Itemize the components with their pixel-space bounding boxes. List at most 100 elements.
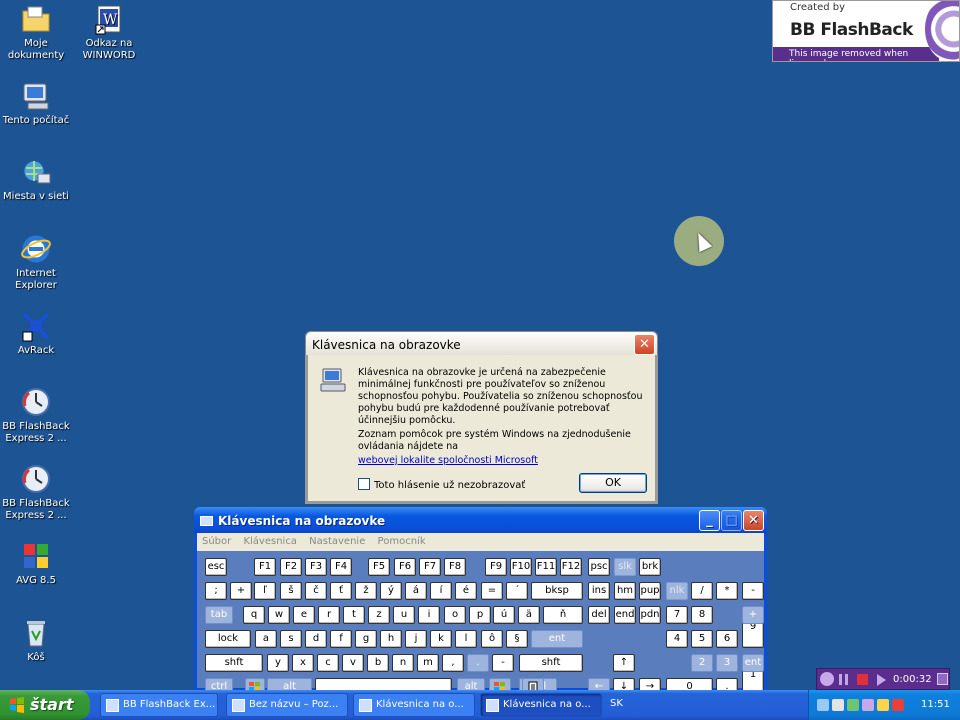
key[interactable]: shft [519, 654, 583, 672]
desktop-icon-network-places[interactable]: Miesta v sieti [0, 156, 72, 203]
key[interactable]: b [367, 654, 389, 672]
key[interactable]: j [405, 630, 427, 648]
key[interactable]: - [742, 582, 764, 600]
key[interactable]: ent [531, 630, 583, 648]
tray-speaker-icon[interactable] [877, 699, 889, 711]
key[interactable]: i [418, 606, 440, 624]
key[interactable]: ; [205, 582, 227, 600]
desktop-icon-avg[interactable]: AVG 8.5 [0, 540, 72, 587]
key[interactable]: f [330, 630, 352, 648]
key[interactable]: F4 [330, 558, 352, 576]
desktop-icon-avrack[interactable]: AvRack [0, 310, 72, 357]
key[interactable]: s [280, 630, 302, 648]
key[interactable]: a [255, 630, 277, 648]
key[interactable]: 7 [666, 606, 688, 624]
desktop-icon-bb-flashback-2[interactable]: BB FlashBack Express 2 ... [0, 463, 72, 522]
key[interactable]: F1 [254, 558, 276, 576]
key[interactable]: § [506, 630, 528, 648]
task-osk-1[interactable]: Klávesnica na o... [353, 693, 475, 717]
keyboard-close-button[interactable]: ✕ [743, 510, 764, 531]
key[interactable]: o [444, 606, 466, 624]
key[interactable]: ň [543, 606, 583, 624]
key[interactable]: pdn [639, 606, 661, 624]
key[interactable]: c [317, 654, 339, 672]
desktop-icon-bb-flashback-1[interactable]: BB FlashBack Express 2 ... [0, 386, 72, 445]
key[interactable]: F2 [280, 558, 302, 576]
key[interactable]: 2 [691, 654, 713, 672]
key[interactable]: + [230, 582, 252, 600]
key[interactable]: F10 [510, 558, 532, 576]
key[interactable]: pup [639, 582, 661, 600]
key[interactable]: ľ [254, 582, 276, 600]
key[interactable]: h [380, 630, 402, 648]
key[interactable]: í [430, 582, 452, 600]
play-icon[interactable] [877, 674, 886, 686]
key[interactable]: č [305, 582, 327, 600]
minimize-button[interactable]: _ [699, 510, 720, 531]
key[interactable]: = [481, 582, 503, 600]
task-bb-flashback[interactable]: BB FlashBack Ex... [100, 693, 218, 717]
microsoft-website-link[interactable]: webovej lokalite spoločnosti Microsoft [358, 455, 538, 466]
key[interactable]: t [343, 606, 365, 624]
pause-icon[interactable] [839, 674, 848, 685]
key[interactable]: ins [588, 582, 610, 600]
key[interactable]: n [392, 654, 414, 672]
key[interactable]: F11 [535, 558, 557, 576]
key[interactable]: r [318, 606, 340, 624]
key[interactable]: F5 [368, 558, 390, 576]
key[interactable]: 6 [716, 630, 738, 648]
key[interactable]: brk [639, 558, 661, 576]
language-indicator[interactable]: SK [610, 698, 623, 709]
menu-help[interactable]: Pomocník [378, 536, 426, 547]
key[interactable]: y [267, 654, 289, 672]
key[interactable]: e [293, 606, 315, 624]
key[interactable]: end [614, 606, 636, 624]
key[interactable]: - [492, 654, 514, 672]
key[interactable]: F12 [560, 558, 582, 576]
key[interactable]: k [430, 630, 452, 648]
start-button[interactable]: štart [0, 690, 90, 720]
key[interactable]: ú [493, 606, 515, 624]
key[interactable]: z [368, 606, 390, 624]
tray-network-icon[interactable] [817, 699, 829, 711]
key[interactable]: 4 [666, 630, 688, 648]
menu-file[interactable]: Súbor [202, 536, 231, 547]
key[interactable]: , [442, 654, 464, 672]
key[interactable]: psc [588, 558, 610, 576]
tray-security-shield-icon[interactable] [892, 699, 904, 711]
key[interactable]: ä [518, 606, 540, 624]
key[interactable]: ž [355, 582, 377, 600]
maximize-button[interactable]: □ [721, 510, 742, 531]
key[interactable]: l [455, 630, 477, 648]
desktop-icon-internet-explorer[interactable]: Internet Explorer [0, 233, 72, 292]
key[interactable]: + [742, 606, 764, 624]
key[interactable]: lock [205, 630, 251, 648]
key[interactable]: ent [742, 654, 764, 672]
checkbox-box[interactable] [358, 478, 370, 490]
desktop-icon-winword-shortcut[interactable]: W Odkaz na WINWORD [73, 3, 145, 62]
key[interactable]: q [243, 606, 265, 624]
ok-button[interactable]: OK [579, 473, 647, 493]
recorder-menu-chevron-down-icon[interactable] [937, 673, 948, 685]
key[interactable]: / [691, 582, 713, 600]
key[interactable]: m [417, 654, 439, 672]
key[interactable]: d [305, 630, 327, 648]
key[interactable]: é [455, 582, 477, 600]
dialog-titlebar[interactable]: Klávesnica na obrazovke ✕ [305, 331, 658, 355]
stop-icon[interactable] [857, 674, 868, 685]
key[interactable]: x [292, 654, 314, 672]
key[interactable]: tab [205, 606, 233, 624]
keyboard-titlebar[interactable]: Klávesnica na obrazovke _ □ ✕ [194, 507, 767, 533]
key[interactable]: w [268, 606, 290, 624]
key[interactable]: v [342, 654, 364, 672]
key[interactable]: p [469, 606, 491, 624]
menu-settings[interactable]: Nastavenie [309, 536, 365, 547]
dialog-close-button[interactable]: ✕ [634, 334, 655, 355]
key[interactable]: nlk [666, 582, 688, 600]
desktop-icon-my-computer[interactable]: Tento počítač [0, 80, 72, 127]
desktop-icon-my-documents[interactable]: Moje dokumenty [0, 3, 72, 62]
key[interactable]: á [405, 582, 427, 600]
key[interactable]: F7 [419, 558, 441, 576]
menu-keyboard[interactable]: Klávesnica [243, 536, 297, 547]
key[interactable]: slk [614, 558, 636, 576]
